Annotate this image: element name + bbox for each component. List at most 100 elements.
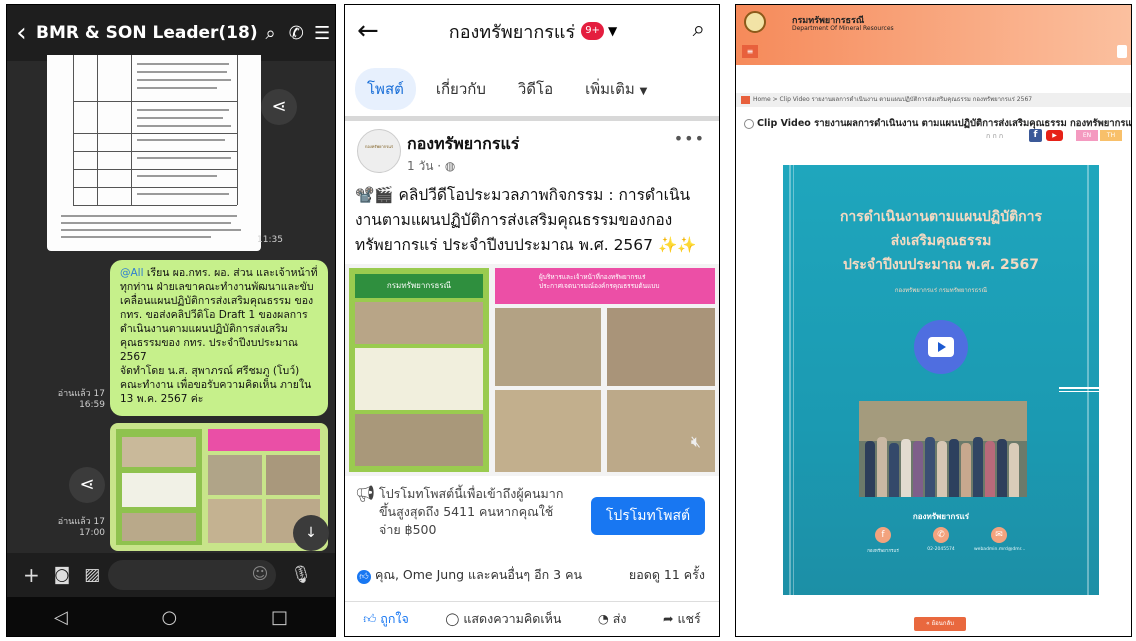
back-arrow-icon[interactable]: ‹ <box>7 5 36 61</box>
page-avatar[interactable]: กองทรัพยากรแร่ <box>357 129 401 173</box>
microphone-icon[interactable]: 🎙︎ <box>290 565 312 585</box>
mention-all[interactable]: @All <box>120 267 144 279</box>
person <box>913 441 923 497</box>
image-label: กรมทรัพยากรธรณี <box>355 274 483 298</box>
poster-line: ประจำปีงบประมาณ พ.ศ. 2567 <box>842 257 1040 273</box>
breadcrumb: Home > Clip Video รายงานผลการดำเนินงาน ต… <box>736 93 1131 107</box>
menu-icon[interactable]: ☰ <box>309 23 335 44</box>
back-arrow-icon[interactable]: ← <box>357 16 379 46</box>
scroll-down-icon[interactable]: ↓ <box>293 515 329 551</box>
phone-icon[interactable]: ✆ <box>933 527 949 543</box>
person <box>949 439 959 497</box>
sparkles-emoji: ✨✨ <box>657 236 697 254</box>
page-title: Clip Video รายงานผลการดำเนินงาน ตามแผนปฏ… <box>744 116 1131 131</box>
text-line <box>61 215 237 217</box>
tab-posts[interactable]: โพสต์ <box>355 68 416 110</box>
msg-read-status: อ่านแล้ว 17 16:59 <box>55 389 105 411</box>
msg-line: 2567 <box>120 351 147 363</box>
search-icon[interactable]: ⌕ <box>693 17 705 42</box>
msg-timestamp: 16:59 <box>79 400 105 410</box>
dmr-logo-icon[interactable] <box>744 11 766 33</box>
contact-label: webadmin.mrd@dmr... <box>974 547 1026 552</box>
chevron-down-icon[interactable]: ▼ <box>608 24 617 38</box>
banner-line: ประกาศเจตนารมณ์องค์กรคุณธรรมต้นแบบ <box>539 282 660 290</box>
facebook-icon[interactable]: f <box>875 527 891 543</box>
youtube-icon[interactable]: ▶ <box>1046 130 1063 141</box>
post-image[interactable]: กรมทรัพยากรธรณี ผู้บริหารและเจ้าหน้าที่ก… <box>345 264 719 476</box>
share-arrow-icon: ➦ <box>663 610 674 626</box>
mail-icon[interactable]: ✉ <box>991 527 1007 543</box>
comment-button[interactable]: ◯ แสดงความคิดเห็น <box>445 609 561 629</box>
post-line: 📽️🎬 คลิปวีดีโอประมวลภาพกิจกรรม : การดำเน… <box>355 186 691 204</box>
back-button[interactable]: « ย้อนกลับ <box>914 617 966 631</box>
share-icon[interactable]: ⋖ <box>261 89 297 125</box>
tab-videos[interactable]: วิดีโอ <box>506 68 565 110</box>
text-line <box>61 236 211 238</box>
banner-line: ผู้บริหารและเจ้าหน้าที่กองทรัพยากรแร่ <box>539 273 646 281</box>
search-icon[interactable]: ⌕ <box>258 23 284 44</box>
tab-more-label: เพิ่มเติม <box>585 80 635 98</box>
chat-message-bubble[interactable]: @All เรียน ผอ.กทร. ผอ. ส่วน และเจ้าหน้าท… <box>110 260 328 416</box>
image-icon[interactable]: ▨ <box>84 565 100 585</box>
msg-line: เรียน ผอ.กทร. ผอ. ส่วน และเจ้าหน้าที่ <box>143 267 318 279</box>
phone-icon[interactable]: ✆ <box>283 23 309 44</box>
android-nav-bar: ◁ ○ □ <box>7 597 335 636</box>
plus-icon[interactable]: + <box>23 563 40 587</box>
breadcrumb-text[interactable]: Home > Clip Video รายงานผลการดำเนินงาน ต… <box>753 96 1032 103</box>
play-button-icon[interactable] <box>914 320 968 374</box>
more-options-icon[interactable]: ••• <box>674 129 705 148</box>
text-line <box>137 125 231 127</box>
tab-more[interactable]: เพิ่มเติม ▼ <box>573 68 659 110</box>
comment-label: แสดงความคิดเห็น <box>463 610 562 626</box>
share-icon[interactable]: ⋖ <box>69 467 105 503</box>
home-icon[interactable] <box>741 95 750 104</box>
nav-home-icon[interactable]: ○ <box>162 607 178 628</box>
reactions-text: คุณ, Ome Jung และคนอื่นๆ อีก 3 คน <box>375 567 582 582</box>
send-button[interactable]: ◔ ส่ง <box>598 609 627 629</box>
mute-icon[interactable]: 🔇︎ <box>691 432 701 452</box>
person <box>901 439 911 497</box>
like-button[interactable]: 👍︎ ถูกใจ <box>363 609 409 629</box>
share-button[interactable]: ➦ แชร์ <box>663 609 701 629</box>
site-header: กรมทรัพยากรธรณี Department Of Mineral Re… <box>736 5 1131 65</box>
promo-lines: โปรโมทโพสต์นี้เพื่อเข้าถึงผู้คนมาก ขึ้นส… <box>355 485 585 539</box>
tab-about[interactable]: เกี่ยวกับ <box>424 68 498 110</box>
table-line <box>73 205 237 206</box>
shared-document-image[interactable] <box>47 55 261 251</box>
facebook-panel: ← กองทรัพยากรแร่ 9+ ▼ ⌕ โพสต์ เกี่ยวกับ … <box>344 4 720 637</box>
emoji-icon[interactable]: ☺ <box>252 564 269 583</box>
video-poster[interactable]: การดำเนินงานตามแผนปฏิบัติการ ส่งเสริมคุณ… <box>783 165 1099 595</box>
message-input[interactable]: ☺ <box>108 560 277 590</box>
person <box>985 441 995 497</box>
table-line <box>73 101 237 102</box>
like-label: ถูกใจ <box>380 610 409 626</box>
read-label: อ่านแล้ว 17 <box>57 517 105 527</box>
text-line <box>137 63 229 65</box>
post-line: งานตามแผนปฏิบัติการส่งเสริมคุณธรรมของกอง <box>355 211 673 229</box>
nav-back-icon[interactable]: ◁ <box>54 607 68 628</box>
line-chat-panel: ‹ BMR & SON Leader(18) ⌕ ✆ ☰ 11:35 ⋖ @Al… <box>6 4 336 637</box>
img-timestamp: 17:00 <box>79 528 105 538</box>
nav-recents-icon[interactable]: □ <box>271 607 288 628</box>
font-size-controls[interactable]: ก ก ก <box>986 131 1003 142</box>
text-line <box>137 157 231 159</box>
person <box>925 437 935 497</box>
table-line <box>73 187 237 188</box>
poster-title: การดำเนินงานตามแผนปฏิบัติการ ส่งเสริมคุณ… <box>783 205 1099 277</box>
reactions-summary[interactable]: 👍︎ คุณ, Ome Jung และคนอื่นๆ อีก 3 คน <box>357 565 582 585</box>
promo-text: 📢︎ โปรโมทโพสต์นี้เพื่อเข้าถึงผู้คนมาก ขึ… <box>355 485 585 539</box>
promote-post-button[interactable]: โปรโมทโพสต์ <box>591 497 705 535</box>
menu-icon[interactable]: ≡ <box>742 45 758 58</box>
notification-badge[interactable]: 9+ <box>581 22 604 40</box>
text-line <box>137 193 229 195</box>
msg-line: ดำเนินงานตามแผนปฏิบัติการส่งเสริม <box>120 323 288 335</box>
camera-icon[interactable]: ◙ <box>54 565 71 585</box>
post-page-name[interactable]: กองทรัพยากรแร่ <box>407 132 519 157</box>
like-icon: 👍︎ <box>357 570 371 584</box>
lang-th-button[interactable]: TH <box>1100 130 1122 141</box>
search-icon[interactable] <box>1117 45 1127 58</box>
chat-header: ‹ BMR & SON Leader(18) ⌕ ✆ ☰ <box>7 5 335 61</box>
image-photo <box>355 414 483 466</box>
lang-en-button[interactable]: EN <box>1076 130 1098 141</box>
person <box>937 441 947 497</box>
